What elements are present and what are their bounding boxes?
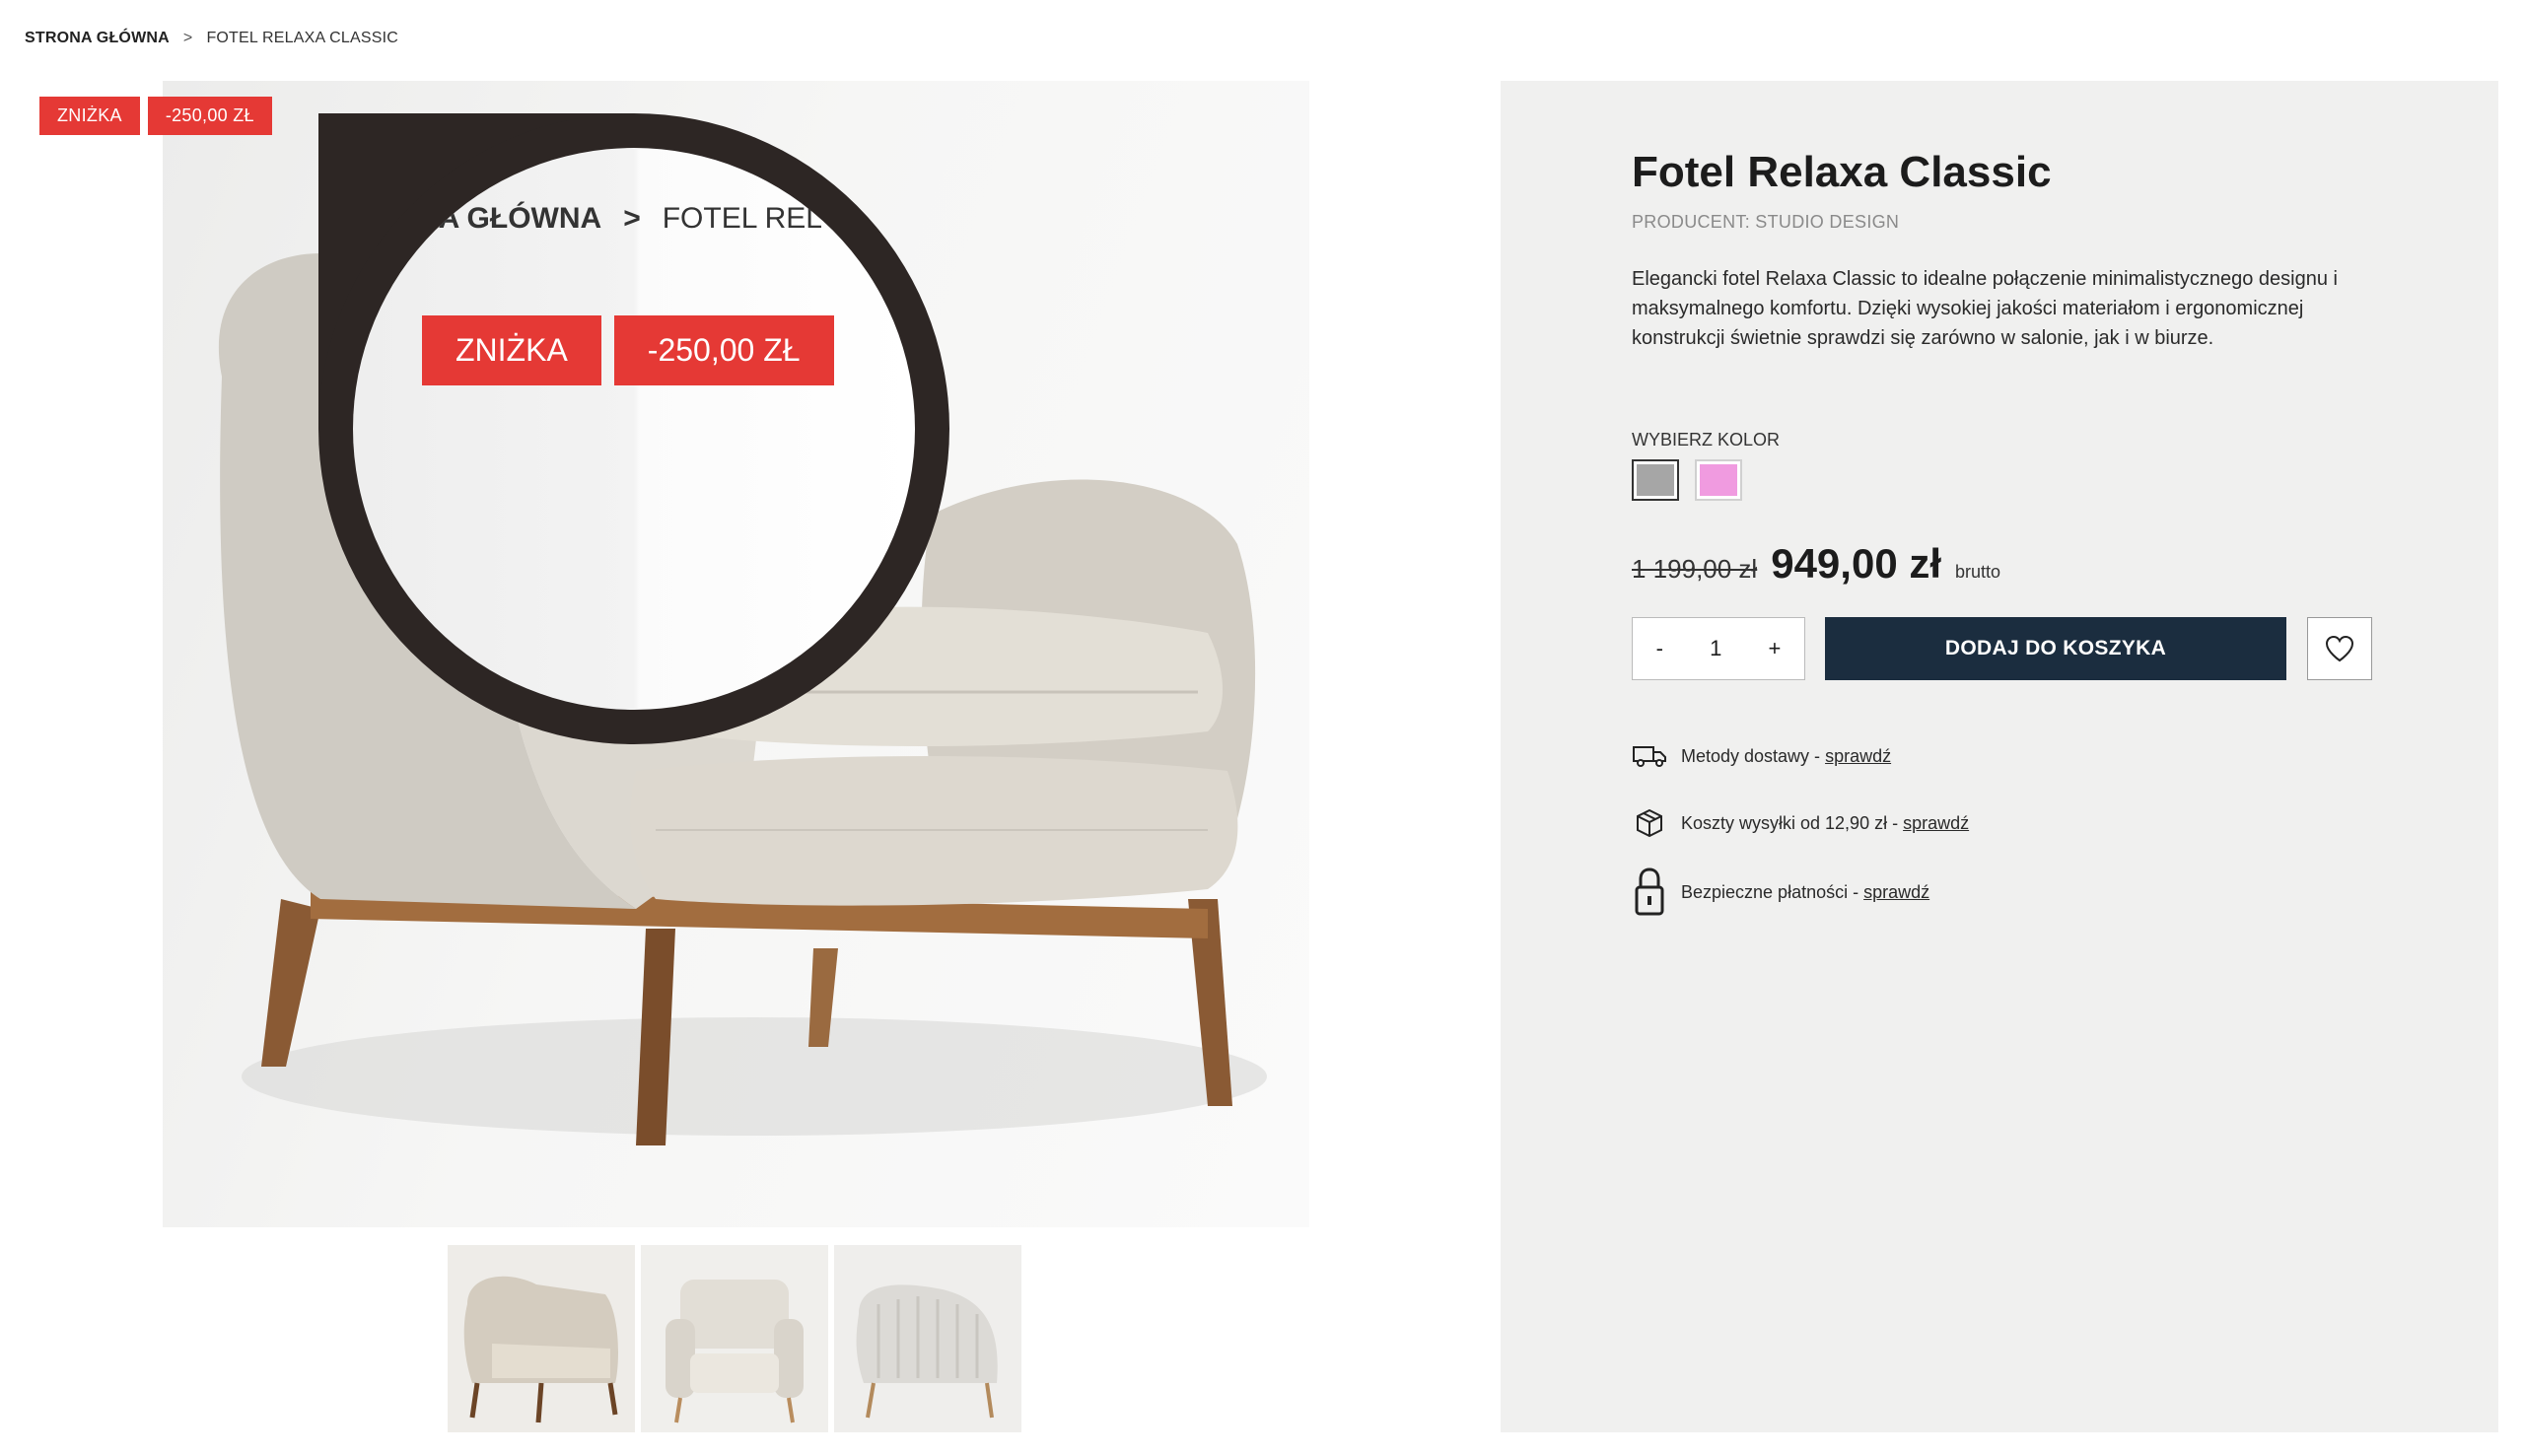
info-row-delivery: Metody dostawy - sprawdź — [1632, 743, 1891, 769]
info-text-delivery: Metody dostawy - sprawdź — [1681, 746, 1891, 767]
discount-badge: ZNIŻKA — [39, 97, 140, 135]
info-text-delivery-label: Metody dostawy - — [1681, 745, 1826, 766]
color-picker-label: WYBIERZ KOLOR — [1632, 430, 1781, 450]
truck-icon — [1632, 743, 1667, 769]
heart-icon — [2325, 635, 2354, 662]
zoom-discount-amount-badge: -250,00 ZŁ — [613, 315, 834, 385]
breadcrumb: STRONA GŁÓWNA > FOTEL RELAXA CLASSIC — [25, 30, 398, 47]
payment-check-link[interactable]: sprawdź — [1863, 882, 1929, 902]
quantity-stepper: - 1 + — [1632, 617, 1805, 680]
color-swatch-gray-fill — [1634, 461, 1677, 499]
quantity-decrease-button[interactable]: - — [1656, 636, 1663, 661]
product-description: Elegancki fotel Relaxa Classic to idealn… — [1632, 268, 2338, 349]
lock-icon — [1632, 867, 1667, 917]
color-picker — [1632, 459, 1742, 501]
breadcrumb-separator: > — [182, 30, 193, 46]
info-text-shipping-label: Koszty wysyłki od 12,90 zł - — [1681, 812, 1904, 833]
color-swatch-pink-fill — [1697, 461, 1740, 499]
old-price: 1 199,00 zł — [1632, 554, 1758, 584]
info-row-payment: Bezpieczne płatności - sprawdź — [1632, 867, 1929, 917]
armchair-thumbnail-image — [641, 1245, 828, 1432]
thumbnail-strip — [448, 1245, 1021, 1432]
price-suffix: brutto — [1955, 562, 2001, 582]
price-row: 1 199,00 zł 949,00 zł brutto — [1632, 540, 2000, 588]
add-to-cart-button[interactable]: DODAJ DO KOSZYKA — [1825, 617, 2286, 680]
zoom-breadcrumb: RONA GŁÓWNA > FOTEL REL — [373, 202, 822, 236]
armchair-thumbnail-image — [834, 1245, 1021, 1432]
box-icon — [1632, 808, 1667, 838]
zoom-breadcrumb-current: FOTEL REL — [662, 202, 822, 235]
quantity-value[interactable]: 1 — [1710, 636, 1721, 661]
zoom-lens: RONA GŁÓWNA > FOTEL REL ZNIŻKA -250,00 Z… — [318, 113, 949, 744]
zoom-breadcrumb-separator: > — [623, 202, 641, 235]
quantity-increase-button[interactable]: + — [1769, 636, 1782, 661]
zoom-badges: ZNIŻKA -250,00 ZŁ — [422, 315, 834, 385]
current-price: 949,00 zł — [1771, 540, 1942, 587]
delivery-check-link[interactable]: sprawdź — [1825, 746, 1891, 766]
shipping-check-link[interactable]: sprawdź — [1903, 813, 1969, 833]
product-badges: ZNIŻKA -250,00 ZŁ — [39, 97, 272, 135]
zoom-breadcrumb-home: RONA GŁÓWNA — [373, 202, 602, 235]
product-producer: PRODUCENT: STUDIO DESIGN — [1632, 212, 1900, 232]
breadcrumb-home-link[interactable]: STRONA GŁÓWNA — [25, 30, 170, 47]
color-swatch-pink[interactable] — [1695, 459, 1742, 501]
armchair-thumbnail-image — [448, 1245, 635, 1432]
breadcrumb-current: FOTEL RELAXA CLASSIC — [206, 30, 399, 46]
info-text-payment-label: Bezpieczne płatności - — [1681, 881, 1864, 902]
info-text-shipping: Koszty wysyłki od 12,90 zł - sprawdź — [1681, 813, 1969, 834]
thumbnail-3[interactable] — [834, 1245, 1021, 1432]
wishlist-button[interactable] — [2307, 617, 2372, 680]
info-row-shipping: Koszty wysyłki od 12,90 zł - sprawdź — [1632, 808, 1969, 838]
thumbnail-2[interactable] — [641, 1245, 828, 1432]
thumbnail-1[interactable] — [448, 1245, 635, 1432]
color-swatch-gray[interactable] — [1632, 459, 1679, 501]
product-title: Fotel Relaxa Classic — [1632, 148, 2052, 196]
discount-amount-badge: -250,00 ZŁ — [147, 97, 272, 135]
info-text-payment: Bezpieczne płatności - sprawdź — [1681, 882, 1929, 903]
zoom-lens-content: RONA GŁÓWNA > FOTEL REL ZNIŻKA -250,00 Z… — [353, 148, 915, 710]
zoom-discount-badge: ZNIŻKA — [422, 315, 601, 385]
